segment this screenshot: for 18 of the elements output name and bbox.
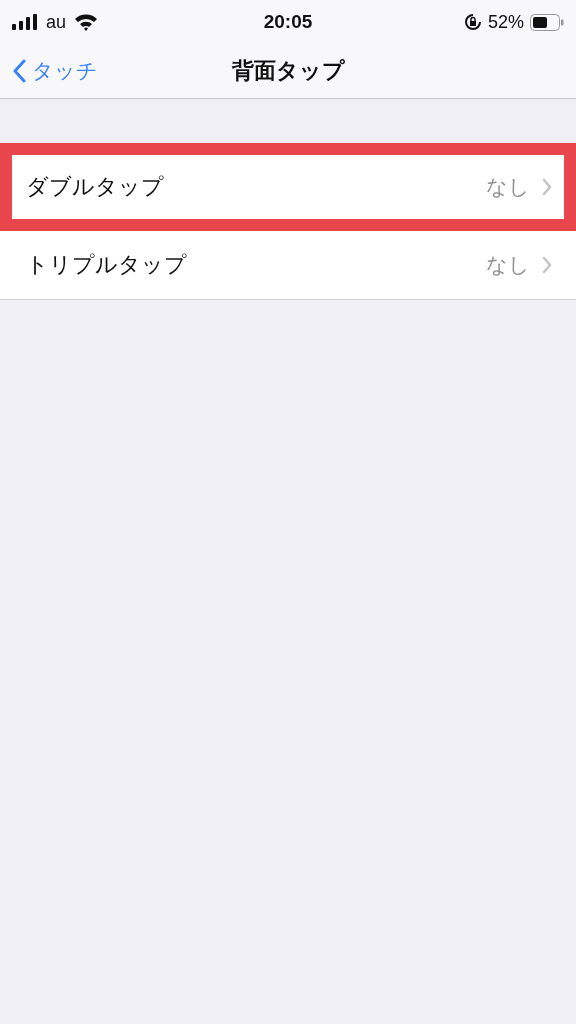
rotation-lock-icon (464, 13, 482, 31)
wifi-icon (74, 13, 99, 31)
page-title: 背面タップ (231, 58, 345, 83)
chevron-icon (542, 178, 552, 196)
row-label: トリプルタップ (26, 251, 188, 279)
carrier-name: au (46, 11, 67, 33)
chevron-icon (542, 256, 552, 274)
back-button[interactable]: タッチ (0, 56, 104, 86)
battery-percent: 52% (488, 11, 524, 33)
signal-icon (12, 14, 38, 30)
highlighted-settings-row[interactable]: ダブルタップ なし (0, 143, 576, 231)
back-label[interactable]: タッチ (32, 57, 98, 85)
battery-icon (530, 13, 564, 31)
back-chevron-icon (12, 59, 26, 83)
row-value: なし (486, 252, 530, 278)
clock-time: 20:05 (263, 11, 313, 33)
row-value: なし (486, 174, 530, 200)
row-label: ダブルタップ (26, 173, 165, 201)
